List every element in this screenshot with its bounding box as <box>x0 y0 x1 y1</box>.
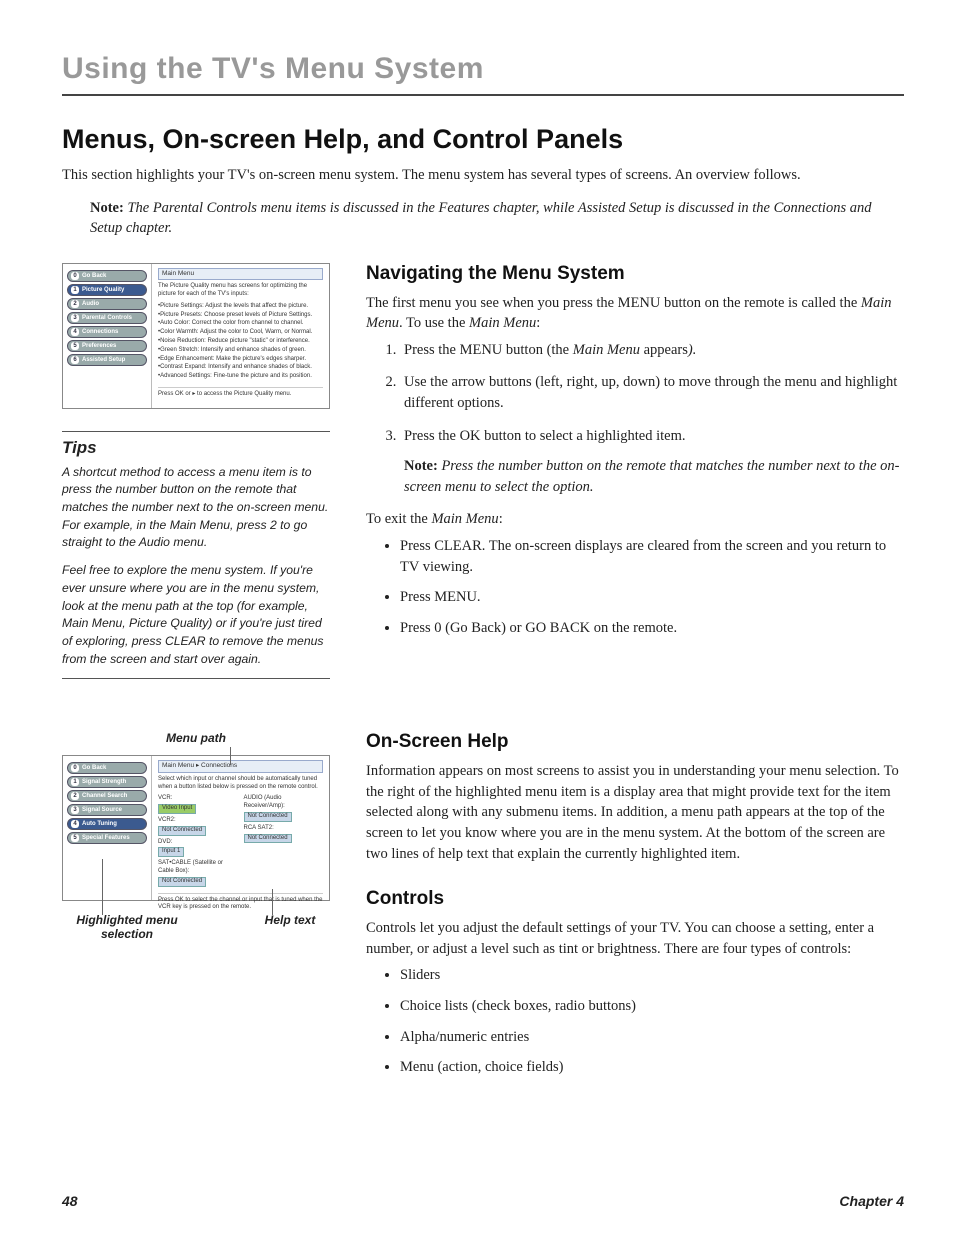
ss-feature-list: •Picture Settings: Adjust the levels tha… <box>158 303 323 381</box>
ss-intro: The Picture Quality menu has screens for… <box>158 283 323 299</box>
exit-clear: Press CLEAR. The on-screen displays are … <box>400 536 904 577</box>
exit-list: Press CLEAR. The on-screen displays are … <box>400 536 904 638</box>
exit-goback: Press 0 (Go Back) or GO BACK on the remo… <box>400 618 904 639</box>
exit-intro: To exit the Main Menu: <box>366 509 904 530</box>
page-footer: 48 Chapter 4 <box>62 1193 904 1209</box>
controls-body: Controls let you adjust the default sett… <box>366 918 904 959</box>
step-3: Press the OK button to select a highligh… <box>400 426 904 498</box>
list-item: Alpha/numeric entries <box>400 1027 904 1048</box>
note-label: Note: <box>90 200 124 216</box>
menu-item-audio: 2Audio <box>67 298 147 310</box>
highlighted-label: Highlighted menu selection <box>62 913 192 941</box>
section-title: Menus, On-screen Help, and Control Panel… <box>62 124 904 155</box>
ss-title: Main Menu <box>158 268 323 280</box>
tips-divider-bottom <box>62 678 330 679</box>
list-item: Sliders <box>400 965 904 986</box>
menu-item-signal-strength: 1Signal Strength <box>67 776 147 788</box>
menu-item-go-back-2: 0Go Back <box>67 762 147 774</box>
tips-p2: Feel free to explore the menu system. If… <box>62 562 330 668</box>
note-parental: Note: The Parental Controls menu items i… <box>90 198 904 239</box>
tips-heading: Tips <box>62 438 330 458</box>
list-item: Menu (action, choice fields) <box>400 1057 904 1078</box>
nav-intro: The first menu you see when you press th… <box>366 293 904 334</box>
help-heading: On-Screen Help <box>366 731 904 753</box>
nav-steps: Press the MENU button (the Main Menu app… <box>400 340 904 497</box>
nav-heading: Navigating the Menu System <box>366 263 904 285</box>
menu-item-parental: 3Parental Controls <box>67 312 147 324</box>
menu-item-special-features: 5Special Features <box>67 832 147 844</box>
menu-item-go-back: 0Go Back <box>67 270 147 282</box>
ss2-title: Main Menu ▸ Connections <box>158 760 323 772</box>
menu-item-picture-quality: 1Picture Quality <box>67 284 147 296</box>
connections-diagram: Menu path 0Go Back 1Signal Strength 2Cha… <box>62 731 330 941</box>
step-1: Press the MENU button (the Main Menu app… <box>400 340 904 361</box>
menu-item-connections: 4Connections <box>67 326 147 338</box>
step-2: Use the arrow buttons (left, right, up, … <box>400 372 904 413</box>
help-text-label: Help text <box>250 913 330 941</box>
controls-list: Sliders Choice lists (check boxes, radio… <box>400 965 904 1077</box>
chapter-title: Using the TV's Menu System <box>62 52 904 86</box>
controls-heading: Controls <box>366 888 904 910</box>
main-menu-screenshot: 0Go Back 1Picture Quality 2Audio 3Parent… <box>62 263 330 409</box>
menu-item-preferences: 5Preferences <box>67 340 147 352</box>
intro-paragraph: This section highlights your TV's on-scr… <box>62 165 904 186</box>
exit-menu: Press MENU. <box>400 587 904 608</box>
menu-item-channel-search: 2Channel Search <box>67 790 147 802</box>
chapter-label: Chapter 4 <box>839 1193 904 1209</box>
menu-item-auto-tuning: 4Auto Tuning <box>67 818 147 830</box>
menu-path-label: Menu path <box>62 731 330 745</box>
divider <box>62 94 904 96</box>
page-number: 48 <box>62 1193 78 1209</box>
ss2-intro: Select which input or channel should be … <box>158 776 323 792</box>
menu-item-signal-source: 3Signal Source <box>67 804 147 816</box>
help-body: Information appears on most screens to a… <box>366 761 904 864</box>
ss-footer-hint: Press OK or ▸ to access the Picture Qual… <box>158 387 323 399</box>
ss2-footer-hint: Press OK to select the channel or input … <box>158 893 323 913</box>
menu-item-assisted-setup: 6Assisted Setup <box>67 354 147 366</box>
tips-divider-top <box>62 431 330 432</box>
list-item: Choice lists (check boxes, radio buttons… <box>400 996 904 1017</box>
tips-p1: A shortcut method to access a menu item … <box>62 464 330 552</box>
